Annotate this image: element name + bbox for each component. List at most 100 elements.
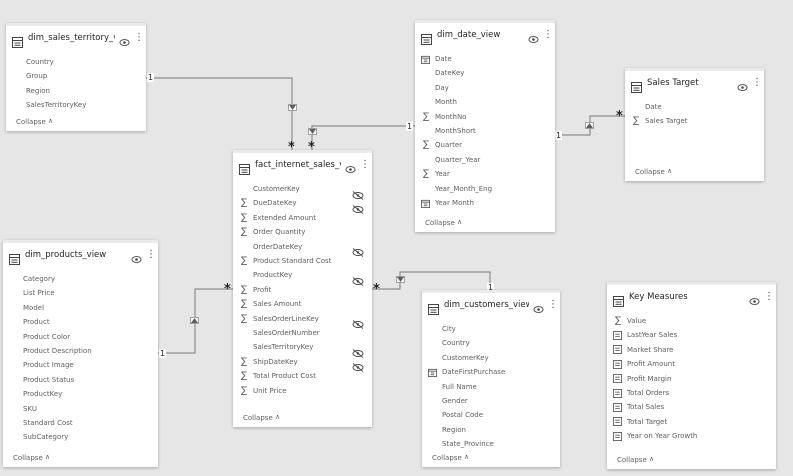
collapse-link[interactable]: Collapse — [432, 454, 462, 462]
visibility-eye-icon[interactable] — [119, 33, 130, 46]
table-header[interactable]: dim_products_view ⋮ — [3, 243, 158, 267]
field-row[interactable]: ProductKey — [239, 269, 364, 286]
collapse-link[interactable]: Collapse — [617, 456, 647, 464]
visibility-eye-icon[interactable] — [528, 30, 539, 43]
field-row[interactable]: ∑ MonthNo — [421, 111, 547, 123]
hidden-eye-icon[interactable] — [352, 357, 364, 373]
field-row[interactable]: Standard Cost — [9, 417, 150, 429]
table-header[interactable]: fact_internet_sales_vi... ⋮ — [233, 153, 372, 177]
table-header[interactable]: dim_customers_view ⋮ — [422, 293, 560, 317]
more-options-icon[interactable]: ⋮ — [548, 300, 558, 310]
field-row[interactable]: ∑ Profit — [239, 284, 364, 296]
field-row[interactable]: Region — [12, 85, 138, 97]
field-row[interactable]: Date — [631, 101, 756, 113]
field-row[interactable]: ∑ DueDateKey — [239, 197, 364, 214]
field-row[interactable]: Model — [9, 302, 150, 314]
field-row[interactable]: Total Target — [613, 416, 768, 428]
field-row[interactable]: ∑ SalesOrderLineKey — [239, 313, 364, 329]
table-card-products-view[interactable]: dim_products_view ⋮ Category List Price Mode… — [3, 240, 158, 467]
field-row[interactable]: SKU — [9, 403, 150, 415]
field-row[interactable]: DateKey — [421, 67, 547, 79]
table-card-date-view[interactable]: dim_date_view ⋮ Date DateKey Day Month ∑ MonthN… — [415, 20, 555, 232]
field-row[interactable]: LastYear Sales — [613, 329, 768, 341]
cross-filter-arrow-icon[interactable] — [308, 128, 317, 135]
more-options-icon[interactable]: ⋮ — [134, 33, 144, 43]
field-row[interactable]: Market Share — [613, 344, 768, 356]
field-row[interactable]: ∑ Quarter — [421, 139, 547, 151]
field-row[interactable]: Region — [428, 424, 552, 436]
field-row[interactable]: Category — [9, 273, 150, 285]
field-row[interactable]: SalesTerritoryKey — [239, 341, 364, 358]
hidden-eye-icon[interactable] — [352, 242, 364, 257]
collapse-link[interactable]: Collapse — [243, 414, 273, 422]
field-row[interactable]: Year on Year Growth — [613, 430, 768, 442]
field-row[interactable]: ∑ Product Standard Cost — [239, 255, 364, 267]
field-row[interactable]: ProductKey — [9, 388, 150, 400]
field-row[interactable]: Country — [12, 56, 138, 68]
more-options-icon[interactable]: ⋮ — [764, 292, 774, 302]
field-row[interactable]: Year Month — [421, 197, 547, 209]
field-row[interactable]: Full Name — [428, 381, 552, 393]
field-row[interactable]: Postal Code — [428, 409, 552, 421]
more-options-icon[interactable]: ⋮ — [543, 30, 553, 40]
field-row[interactable]: State_Province — [428, 438, 552, 450]
field-row[interactable]: City — [428, 323, 552, 335]
field-row[interactable]: OrderDateKey — [239, 241, 364, 257]
more-options-icon[interactable]: ⋮ — [146, 250, 156, 260]
table-card-fact-internet-sales[interactable]: fact_internet_sales_vi... ⋮ CustomerKey ∑ Du… — [233, 150, 372, 427]
field-row[interactable]: Gender — [428, 395, 552, 407]
field-row[interactable]: Total Sales — [613, 401, 768, 413]
table-header[interactable]: dim_sales_territory_vi... ⋮ — [6, 26, 146, 50]
cross-filter-arrow-icon[interactable] — [585, 122, 594, 129]
field-row[interactable]: SubCategory — [9, 431, 150, 443]
field-row[interactable]: Product Image — [9, 359, 150, 371]
visibility-eye-icon[interactable] — [749, 292, 760, 305]
visibility-eye-icon[interactable] — [131, 250, 142, 263]
cross-filter-arrow-icon[interactable] — [396, 276, 405, 283]
more-options-icon[interactable]: ⋮ — [360, 160, 370, 170]
table-card-customers-view[interactable]: dim_customers_view ⋮ City Country CustomerKe… — [422, 290, 560, 467]
field-row[interactable]: Group — [12, 70, 138, 82]
cross-filter-arrow-icon[interactable] — [288, 104, 297, 111]
field-row[interactable]: ∑ Unit Price — [239, 385, 364, 397]
table-header[interactable]: Sales Target ⋮ — [625, 71, 764, 95]
field-row[interactable]: ∑ Sales Target — [631, 115, 756, 127]
collapse-link[interactable]: Collapse — [425, 219, 455, 227]
field-row[interactable]: SalesOrderNumber — [239, 327, 364, 339]
field-row[interactable]: Year_Month_Eng — [421, 183, 547, 195]
field-row[interactable]: Date — [421, 53, 547, 65]
field-row[interactable]: List Price — [9, 287, 150, 299]
field-row[interactable]: Month — [421, 96, 547, 108]
field-row[interactable]: ∑ Sales Amount — [239, 298, 364, 310]
field-row[interactable]: Product — [9, 316, 150, 328]
table-card-key-measures[interactable]: Key Measures ⋮ ∑ Value LastYear Sales Market … — [607, 282, 776, 469]
field-row[interactable]: ∑ Total Product Cost — [239, 370, 364, 382]
hidden-eye-icon[interactable] — [352, 199, 364, 214]
visibility-eye-icon[interactable] — [345, 160, 356, 173]
field-row[interactable]: ∑ Extended Amount — [239, 212, 364, 224]
field-row[interactable]: ∑ Value — [613, 315, 768, 327]
field-row[interactable]: ∑ Order Quantity — [239, 226, 364, 238]
cross-filter-arrow-icon[interactable] — [190, 317, 199, 324]
more-options-icon[interactable]: ⋮ — [752, 78, 762, 88]
field-row[interactable]: Country — [428, 337, 552, 349]
field-row[interactable]: MonthShort — [421, 125, 547, 137]
visibility-eye-icon[interactable] — [737, 78, 748, 91]
field-row[interactable]: SalesTerritoryKey — [12, 99, 138, 111]
collapse-link[interactable]: Collapse — [16, 118, 46, 126]
field-row[interactable]: Product Description — [9, 345, 150, 357]
field-row[interactable]: Profit Margin — [613, 373, 768, 385]
hidden-eye-icon[interactable] — [352, 314, 364, 329]
table-card-sales-territory[interactable]: dim_sales_territory_vi... ⋮ Country Group Re… — [6, 23, 146, 131]
hidden-eye-icon[interactable] — [352, 185, 364, 200]
field-row[interactable]: Total Orders — [613, 387, 768, 399]
visibility-eye-icon[interactable] — [533, 300, 544, 313]
field-row[interactable]: ∑ Year — [421, 168, 547, 180]
field-row[interactable]: Profit Amount — [613, 358, 768, 370]
collapse-link[interactable]: Collapse — [635, 168, 665, 176]
field-row[interactable]: ∑ ShipDateKey — [239, 356, 364, 373]
field-row[interactable]: CustomerKey — [239, 183, 364, 200]
table-header[interactable]: dim_date_view ⋮ — [415, 23, 555, 47]
hidden-eye-icon[interactable] — [352, 271, 364, 286]
field-row[interactable]: Product Color — [9, 331, 150, 343]
